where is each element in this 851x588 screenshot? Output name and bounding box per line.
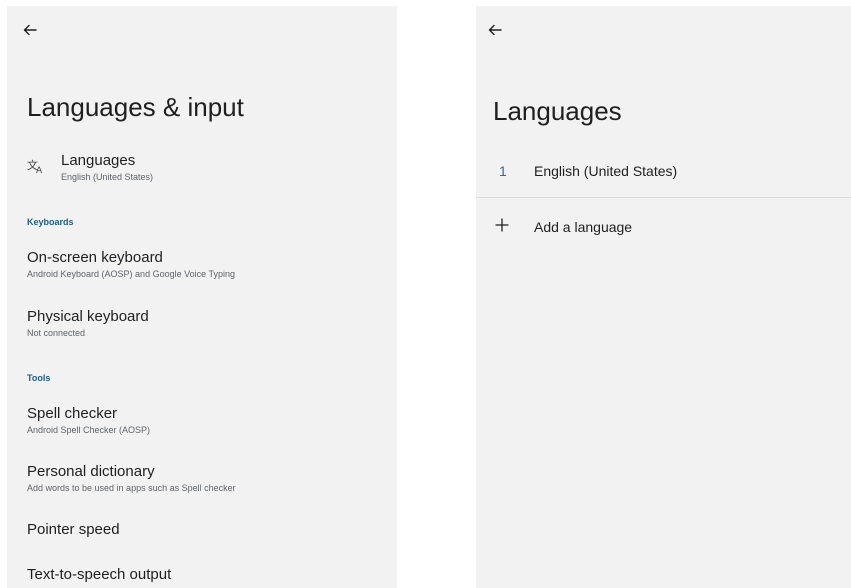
languages-screen: Languages 1 English (United States) Add … [476, 6, 851, 588]
arrow-back-icon [23, 24, 37, 36]
languages-item-subtitle: English (United States) [61, 172, 154, 182]
personal-dictionary-item[interactable]: Personal dictionary Add words to be used… [27, 463, 385, 494]
page-title: Languages [493, 96, 622, 126]
list-item-language[interactable]: 1 English (United States) [476, 156, 851, 198]
section-header-keyboards: Keyboards [27, 217, 74, 227]
item-title: On-screen keyboard [27, 249, 163, 266]
item-subtitle: Android Keyboard (AOSP) and Google Voice… [27, 269, 235, 279]
languages-item[interactable]: 文 A Languages English (United States) [27, 152, 385, 188]
on-screen-keyboard-item[interactable]: On-screen keyboard Android Keyboard (AOS… [27, 249, 385, 280]
section-header-tools: Tools [27, 373, 51, 383]
text-to-speech-item[interactable]: Text-to-speech output [27, 566, 385, 584]
languages-input-screen: Languages & input 文 A Languages English … [7, 6, 397, 588]
languages-item-title: Languages [61, 152, 136, 169]
add-language-label: Add a language [534, 219, 633, 235]
page-title: Languages & input [27, 92, 244, 122]
plus-icon [495, 218, 509, 232]
item-title: Pointer speed [27, 521, 120, 538]
translate-icon: 文 A [27, 158, 43, 174]
item-title: Physical keyboard [27, 308, 149, 325]
arrow-back-icon [488, 24, 502, 36]
pointer-speed-item[interactable]: Pointer speed [27, 521, 385, 539]
physical-keyboard-item[interactable]: Physical keyboard Not connected [27, 308, 385, 339]
item-title: Personal dictionary [27, 463, 155, 480]
back-button[interactable] [18, 18, 42, 42]
back-button[interactable] [483, 18, 507, 42]
language-name: English (United States) [534, 163, 678, 179]
add-language-button[interactable]: Add a language [476, 211, 851, 251]
item-title: Spell checker [27, 405, 118, 422]
language-order-number: 1 [499, 163, 507, 179]
svg-text:A: A [36, 166, 43, 174]
item-subtitle: Add words to be used in apps such as Spe… [27, 483, 236, 493]
item-subtitle: Not connected [27, 328, 86, 338]
item-subtitle: Android Spell Checker (AOSP) [27, 425, 151, 435]
spell-checker-item[interactable]: Spell checker Android Spell Checker (AOS… [27, 405, 385, 436]
item-title: Text-to-speech output [27, 566, 172, 583]
